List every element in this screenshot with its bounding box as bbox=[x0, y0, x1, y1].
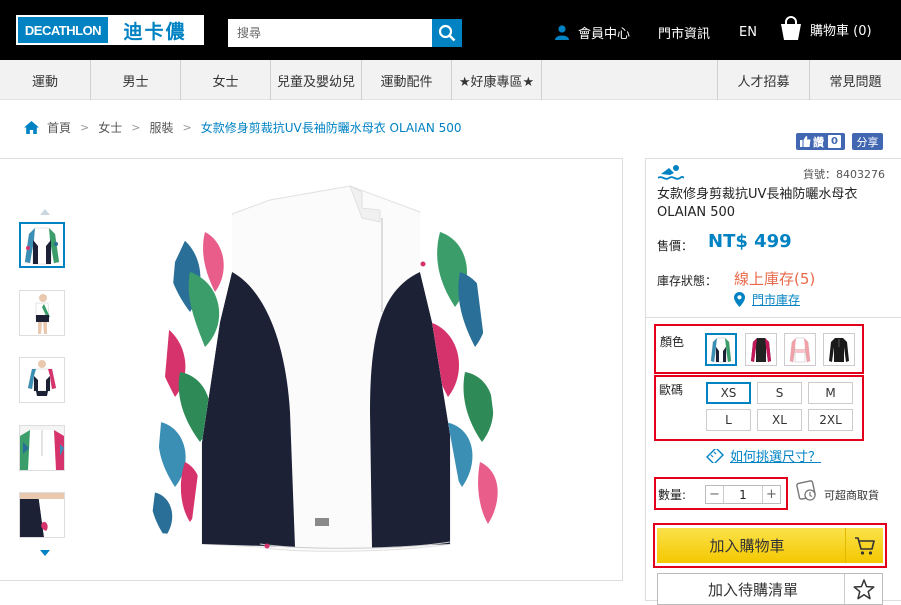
category-sports[interactable]: 運動 bbox=[0, 60, 91, 100]
chevron-right-icon: > bbox=[182, 120, 192, 134]
thumbnail-5[interactable] bbox=[19, 492, 65, 538]
language-switch[interactable]: EN bbox=[739, 22, 757, 42]
panel-divider bbox=[646, 317, 901, 318]
thumbnails-down-arrow-icon[interactable] bbox=[39, 549, 51, 557]
search-button[interactable] bbox=[432, 19, 462, 47]
logo-text-en: DECATHLON bbox=[24, 22, 102, 38]
size-guide-label: 如何挑選尺寸？ bbox=[730, 450, 822, 465]
pickup-label: 可超商取貨 bbox=[824, 489, 879, 502]
convenience-store-pickup-icon bbox=[796, 480, 816, 501]
category-men[interactable]: 男士 bbox=[91, 60, 181, 100]
thumbnail-1[interactable] bbox=[19, 222, 65, 268]
quantity-increase-button[interactable]: + bbox=[762, 486, 780, 503]
user-icon bbox=[555, 25, 569, 40]
search-box bbox=[228, 19, 462, 47]
category-faq[interactable]: 常見問題 bbox=[809, 60, 901, 100]
logo-text-zh: 迪卡儂 bbox=[108, 17, 202, 43]
stock-label: 庫存狀態： bbox=[657, 274, 718, 288]
star-icon bbox=[844, 574, 882, 604]
breadcrumb-clothing[interactable]: 服裝 bbox=[149, 119, 173, 136]
swimming-sport-icon bbox=[658, 165, 684, 180]
product-title: 女款修身剪裁抗UV長袖防曬水母衣 OLAIAN 500 bbox=[657, 187, 858, 220]
category-kids[interactable]: 兒童及嬰幼兒 bbox=[271, 60, 362, 100]
thumbnail-4[interactable] bbox=[19, 425, 65, 471]
size-option-s[interactable]: S bbox=[757, 382, 802, 404]
product-price: NT$ 499 bbox=[708, 231, 792, 252]
breadcrumb-current[interactable]: 女款修身剪裁抗UV長袖防曬水母衣 OLAIAN 500 bbox=[201, 119, 462, 136]
member-label: 會員中心 bbox=[578, 26, 631, 42]
color-swatch-black-pink[interactable] bbox=[745, 333, 777, 366]
category-deals[interactable]: ★好康專區★ bbox=[452, 60, 542, 100]
thumbnail-3[interactable] bbox=[19, 357, 65, 403]
category-nav: 運動 男士 女士 兒童及嬰幼兒 運動配件 ★好康專區★ 人才招募 常見問題 bbox=[0, 60, 901, 100]
search-icon bbox=[438, 24, 456, 42]
cart-label: 購物車 (0) bbox=[810, 23, 872, 39]
breadcrumb: 首頁 > 女士 > 服裝 > 女款修身剪裁抗UV長袖防曬水母衣 OLAIAN 5… bbox=[24, 117, 462, 137]
category-accessories[interactable]: 運動配件 bbox=[362, 60, 452, 100]
decathlon-logo[interactable]: DECATHLON 迪卡儂 bbox=[16, 15, 204, 45]
add-to-cart-button[interactable]: 加入購物車 bbox=[657, 528, 883, 563]
location-pin-icon bbox=[734, 292, 745, 307]
quantity-value[interactable]: 1 bbox=[724, 486, 762, 503]
add-to-wishlist-button[interactable]: 加入待購清單 bbox=[657, 573, 883, 605]
store-stock-link[interactable]: 門市庫存 bbox=[734, 291, 800, 308]
size-option-l[interactable]: L bbox=[706, 409, 751, 431]
thumbnail-2[interactable] bbox=[19, 290, 65, 336]
category-women[interactable]: 女士 bbox=[181, 60, 271, 100]
store-stock-label: 門市庫存 bbox=[752, 293, 801, 307]
add-to-wishlist-label: 加入待購清單 bbox=[707, 580, 798, 599]
quantity-label: 數量: bbox=[658, 488, 687, 502]
size-option-xl[interactable]: XL bbox=[757, 409, 802, 431]
chevron-right-icon: > bbox=[80, 120, 90, 134]
size-guide-link[interactable]: 如何挑選尺寸？ bbox=[706, 446, 821, 465]
product-main-image[interactable] bbox=[150, 172, 510, 557]
size-label: 歐碼 bbox=[659, 383, 684, 397]
product-sku: 貨號：8403276 bbox=[803, 168, 885, 181]
like-label: 讚 bbox=[813, 135, 824, 149]
thumbs-up-icon bbox=[800, 136, 811, 147]
member-center-link[interactable]: 會員中心 bbox=[554, 22, 630, 42]
shopping-bag-icon bbox=[781, 16, 801, 40]
chevron-right-icon: > bbox=[131, 120, 141, 134]
cart-icon bbox=[845, 528, 883, 563]
breadcrumb-women[interactable]: 女士 bbox=[98, 119, 122, 136]
like-count: 0 bbox=[828, 135, 841, 148]
ruler-icon bbox=[706, 448, 724, 463]
quantity-decrease-button[interactable]: − bbox=[706, 486, 724, 503]
color-label: 顏色 bbox=[660, 335, 685, 349]
search-input[interactable] bbox=[228, 19, 432, 47]
breadcrumb-home[interactable]: 首頁 bbox=[47, 119, 71, 136]
facebook-share-button[interactable]: 分享 bbox=[852, 133, 883, 150]
size-option-2xl[interactable]: 2XL bbox=[808, 409, 853, 431]
cart-link[interactable]: 購物車 (0) bbox=[778, 14, 872, 44]
quantity-stepper: − 1 + bbox=[705, 485, 781, 504]
facebook-like-button[interactable]: 讚 0 bbox=[796, 133, 845, 150]
category-careers[interactable]: 人才招募 bbox=[717, 60, 809, 100]
add-to-cart-label: 加入購物車 bbox=[709, 537, 785, 555]
color-swatch-black[interactable] bbox=[823, 333, 855, 366]
home-icon[interactable] bbox=[24, 120, 39, 134]
size-option-m[interactable]: M bbox=[808, 382, 853, 404]
price-label: 售價： bbox=[657, 239, 694, 253]
store-info-link[interactable]: 門市資訊 bbox=[658, 22, 710, 42]
thumbnails-up-arrow-icon[interactable] bbox=[39, 208, 51, 216]
color-swatch-white-coral[interactable] bbox=[784, 333, 816, 366]
online-stock: 線上庫存(5) bbox=[734, 270, 816, 288]
color-swatch-white-floral[interactable] bbox=[705, 333, 737, 366]
size-option-xs[interactable]: XS bbox=[706, 382, 751, 404]
top-header: DECATHLON 迪卡儂 會員中心 門市資訊 EN 購物車 (0) bbox=[0, 0, 901, 60]
